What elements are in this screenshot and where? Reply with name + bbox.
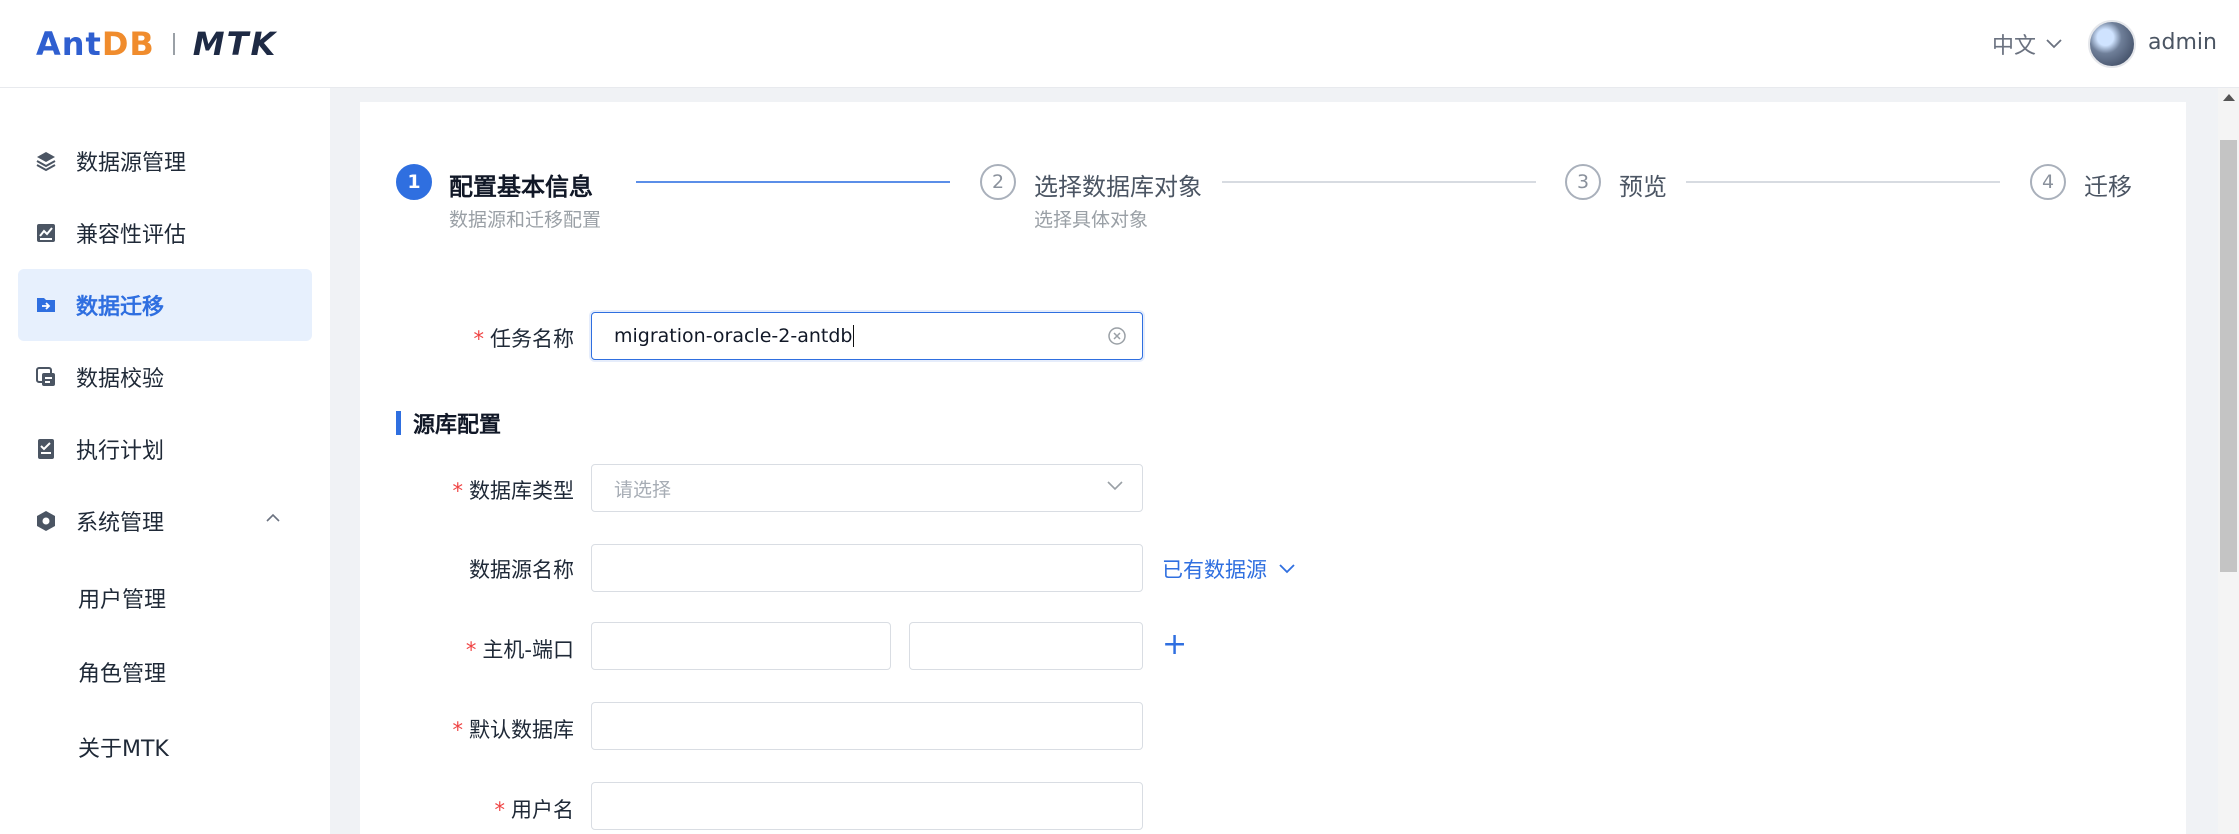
language-label: 中文 [1992,34,2037,59]
sidebar-item-plan[interactable]: 执行计划 [18,413,312,485]
step-4-indicator: 4 [2030,164,2066,200]
clear-icon[interactable] [1106,325,1128,347]
step-1-indicator: 1 [396,164,432,200]
step-1-title: 配置基本信息 [449,173,593,201]
chevron-down-icon [2046,39,2062,49]
app-header: AntDB MTK 中文 admin [0,0,2239,88]
db-type-placeholder: 请选择 [614,478,672,501]
step-4-title: 迁移 [2084,173,2132,201]
task-name-input[interactable]: migration-oracle-2-antdb [591,312,1143,360]
logo-divider [172,33,175,55]
step-3-title: 预览 [1619,173,1667,201]
sidebar-item-validation[interactable]: 数据校验 [18,341,312,413]
source-config-section-title: 源库配置 [396,410,501,438]
sidebar-item-migration[interactable]: 数据迁移 [18,269,312,341]
sidebar-item-label: 兼容性评估 [76,223,187,248]
datasource-name-input[interactable] [591,544,1143,592]
sidebar-item-system[interactable]: 系统管理 [18,485,312,557]
db-type-select[interactable]: 请选择 [591,464,1143,512]
sidebar-item-label: 数据源管理 [76,151,187,176]
chart-icon [34,221,58,245]
db-type-label: * 数据库类型 [452,479,575,503]
section-bar [396,411,401,435]
logo-mtk: MTK [192,25,278,63]
username-field-label: * 用户名 [494,798,575,822]
user-avatar[interactable] [2088,20,2136,68]
task-name-value: migration-oracle-2-antdb [614,325,853,347]
sidebar-item-label: 数据迁移 [76,295,165,320]
step-2-desc: 选择具体对象 [1034,209,1149,231]
sidebar-item-datasource[interactable]: 数据源管理 [18,125,312,197]
default-db-input[interactable] [591,702,1143,750]
sidebar-subitem-roles[interactable]: 角色管理 [78,656,166,688]
host-port-label: * 主机-端口 [465,638,574,662]
sidebar-subitem-about[interactable]: 关于MTK [78,731,169,763]
username-input[interactable] [591,782,1143,830]
logo-antdb: AntDB [36,25,155,63]
step-connector-2 [1222,181,1536,183]
host-input[interactable] [591,622,891,670]
sidebar-item-label: 数据校验 [76,367,165,392]
existing-datasource-dropdown[interactable]: 已有数据源 [1162,554,1295,584]
app-logo[interactable]: AntDB MTK [36,25,278,63]
port-input[interactable] [909,622,1143,670]
scrollbar-thumb[interactable] [2220,140,2237,572]
add-host-button[interactable]: + [1162,630,1187,660]
default-db-label: * 默认数据库 [452,718,575,742]
checklist-icon [34,437,58,461]
step-3-indicator: 3 [1565,164,1601,200]
chevron-down-icon [1279,564,1295,574]
task-name-label: * 任务名称 [473,327,575,351]
step-connector-3 [1686,181,2000,183]
sidebar-item-compatibility[interactable]: 兼容性评估 [18,197,312,269]
step-1-desc: 数据源和迁移配置 [449,209,602,231]
layers-icon [34,149,58,173]
step-2-title: 选择数据库对象 [1034,173,1202,201]
chevron-down-icon [1107,481,1123,491]
sidebar: 数据源管理 兼容性评估 数据迁移 数据校验 执行计划 系统管理 用户管理 角色管… [0,88,330,834]
sidebar-item-label: 系统管理 [76,511,165,536]
gear-icon [34,509,58,533]
folder-icon [34,293,58,317]
sidebar-subitem-users[interactable]: 用户管理 [78,582,166,614]
step-2-indicator: 2 [980,164,1016,200]
text-cursor [853,325,855,347]
scroll-up-arrow-icon[interactable] [2222,92,2236,102]
language-selector[interactable]: 中文 [1992,28,2062,60]
sidebar-item-label: 执行计划 [76,439,165,464]
datasource-name-label: 数据源名称 [469,558,574,582]
step-connector-1 [636,181,950,183]
chevron-up-icon [266,513,280,522]
username-label[interactable]: admin [2148,30,2217,55]
copy-icon [34,365,58,389]
